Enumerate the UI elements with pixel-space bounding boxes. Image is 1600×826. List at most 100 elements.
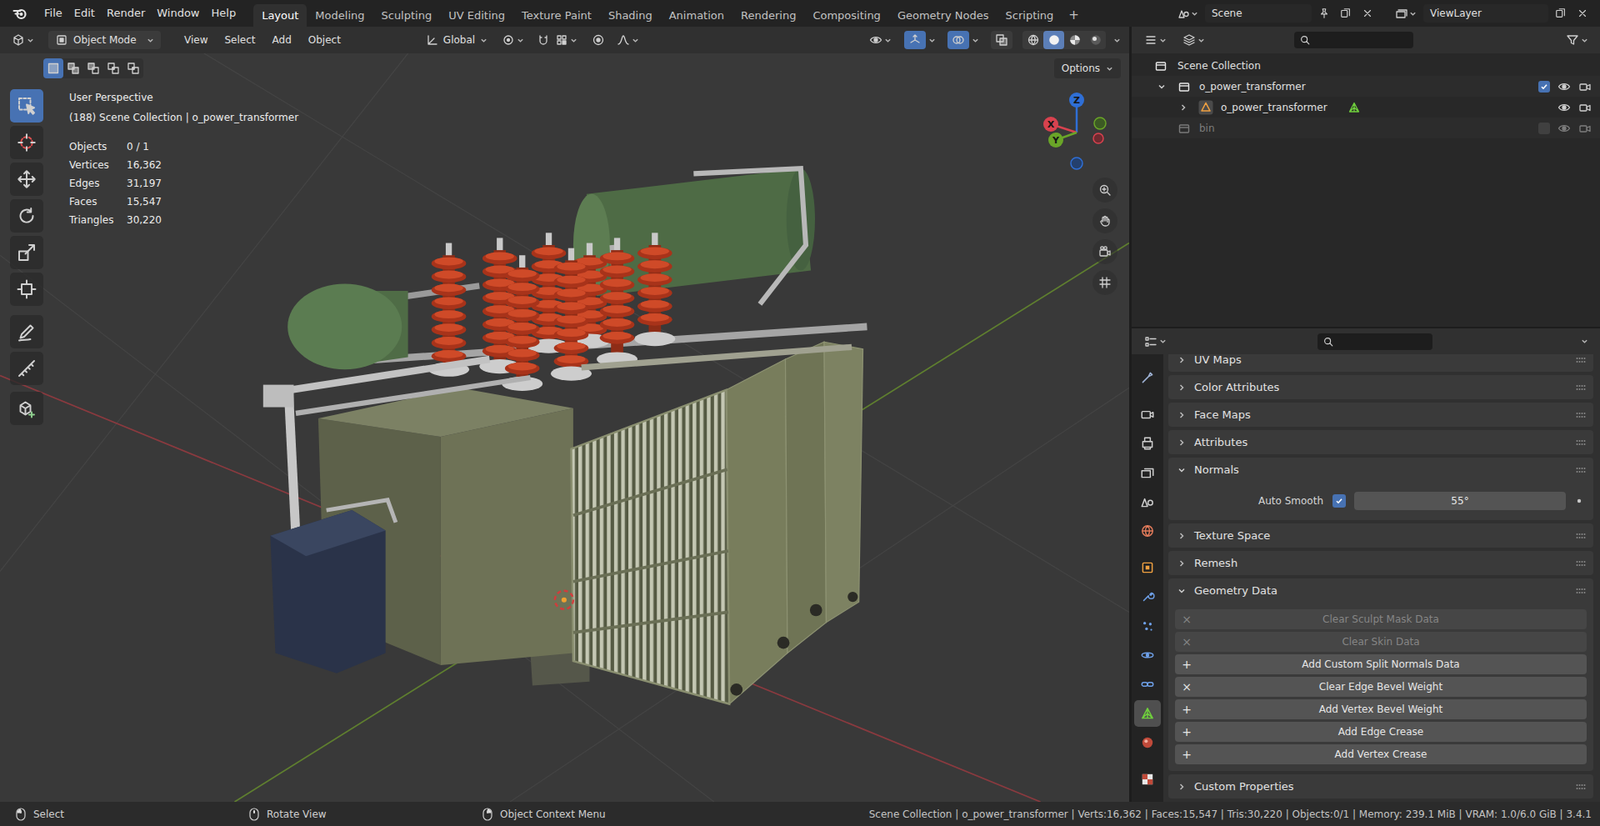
tool-button[interactable] [10, 272, 44, 306]
workspace-tab[interactable]: Scripting [997, 4, 1063, 27]
viewport-menu[interactable]: Add [264, 30, 300, 50]
select-mode-new-icon[interactable] [43, 58, 64, 79]
camera-icon[interactable] [1578, 100, 1592, 115]
ortho-grid-icon[interactable] [1092, 270, 1118, 295]
drag-handle-icon[interactable] [1575, 531, 1587, 540]
axis-ball[interactable] [1069, 92, 1085, 108]
new-scene-icon[interactable] [1336, 4, 1355, 23]
disclosure-icon[interactable] [1175, 354, 1188, 366]
chevron-icon[interactable] [969, 30, 981, 50]
pivot-icon[interactable] [499, 30, 526, 50]
disclosure-icon[interactable] [1175, 436, 1188, 449]
tool-button[interactable] [10, 351, 44, 385]
orientation-dropdown[interactable]: Global [422, 30, 491, 50]
properties-tab[interactable] [1134, 641, 1161, 669]
disclosure-icon[interactable] [1175, 585, 1188, 597]
tool-button[interactable] [10, 125, 44, 160]
material-shading-icon[interactable] [1064, 30, 1085, 50]
drag-handle-icon[interactable] [1575, 438, 1587, 447]
falloff-icon[interactable] [614, 30, 641, 50]
new-view-layer-icon[interactable] [1551, 4, 1570, 23]
options-dropdown[interactable]: Options [1054, 58, 1121, 79]
disclosure-icon[interactable] [1175, 530, 1188, 542]
delete-view-layer-icon[interactable] [1573, 4, 1592, 23]
workspace-tab[interactable]: Shading [600, 4, 661, 27]
properties-tab[interactable] [1134, 517, 1161, 545]
panel-header[interactable]: Face Maps [1168, 402, 1594, 427]
camera-icon[interactable] [1578, 80, 1592, 94]
transformer-model[interactable] [0, 53, 1130, 802]
menu-item[interactable]: Help [205, 1, 243, 25]
menu-item[interactable]: Render [100, 1, 151, 25]
workspace-tab[interactable]: Compositing [804, 4, 890, 27]
menu-item[interactable]: Window [150, 1, 205, 25]
overlay-toggle-icon[interactable] [947, 30, 970, 50]
chevron-icon[interactable] [925, 30, 938, 50]
properties-tab[interactable] [1134, 459, 1161, 486]
scene-browse-icon[interactable] [1173, 4, 1202, 23]
properties-tab[interactable] [1134, 670, 1161, 698]
wireframe-shading-icon[interactable] [1022, 30, 1044, 50]
blender-logo-icon[interactable] [11, 5, 29, 22]
gizmo-toggle-icon[interactable] [904, 30, 926, 50]
properties-tab[interactable] [1134, 583, 1161, 610]
panel-header[interactable]: Color Attributes [1168, 375, 1594, 400]
drag-handle-icon[interactable] [1575, 559, 1587, 568]
select-mode-extend-icon[interactable] [63, 58, 84, 79]
disclosure-icon[interactable] [1175, 409, 1188, 421]
workspace-tab[interactable]: Geometry Nodes [889, 4, 998, 27]
viewport-canvas[interactable]: OptionsUser Perspective(188) Scene Colle… [0, 53, 1130, 802]
eye-icon[interactable] [1557, 100, 1571, 115]
drag-handle-icon[interactable] [1575, 383, 1587, 392]
tool-button[interactable] [10, 391, 44, 425]
menu-item[interactable]: File [38, 1, 69, 25]
outliner-search[interactable] [1294, 31, 1414, 49]
pin-icon[interactable] [1315, 4, 1334, 23]
add-workspace-button[interactable]: + [1061, 4, 1086, 27]
eye-icon[interactable] [1557, 121, 1571, 135]
panel-header[interactable]: Remesh [1168, 550, 1594, 575]
panel-header[interactable]: UV Maps [1168, 354, 1594, 372]
outliner-row[interactable]: bin [1131, 117, 1600, 139]
properties-tab[interactable] [1134, 729, 1161, 756]
disclosure-icon[interactable] [1175, 464, 1188, 476]
viewport-menu[interactable]: Object [300, 30, 350, 50]
drag-handle-icon[interactable] [1575, 586, 1587, 595]
solid-shading-icon[interactable] [1043, 30, 1065, 50]
angle-field[interactable]: 55° [1354, 491, 1566, 510]
properties-tab[interactable] [1134, 488, 1161, 515]
drag-handle-icon[interactable] [1575, 465, 1587, 475]
viewport-menu[interactable]: Select [215, 30, 264, 50]
tool-button[interactable] [10, 235, 44, 270]
properties-tab[interactable] [1134, 612, 1161, 640]
eye-icon[interactable] [1557, 80, 1571, 94]
editor-type-icon[interactable] [8, 30, 37, 50]
workspace-tab[interactable]: Texture Paint [513, 4, 600, 27]
shading-options-icon[interactable] [1110, 30, 1123, 50]
delete-scene-icon[interactable] [1358, 4, 1377, 23]
select-mode-subtract-icon[interactable] [83, 58, 104, 79]
disclosure-icon[interactable] [1155, 80, 1169, 94]
panel-header[interactable]: Attributes [1168, 430, 1594, 455]
camera-view-icon[interactable] [1092, 239, 1118, 265]
snap-target-icon[interactable] [552, 30, 580, 50]
menu-item[interactable]: Edit [68, 1, 101, 25]
select-mode-invert-icon[interactable] [103, 58, 124, 79]
tool-button[interactable] [10, 199, 44, 233]
visibility-icon[interactable] [865, 30, 895, 50]
workspace-tab[interactable]: Rendering [732, 4, 805, 27]
geometry-data-button[interactable]: ×Clear Edge Bevel Weight [1175, 676, 1587, 697]
workspace-tab[interactable]: Animation [660, 4, 733, 27]
geometry-data-button[interactable]: +Add Edge Crease [1175, 721, 1587, 742]
proportional-edit-icon[interactable] [589, 30, 608, 50]
snap-icon[interactable] [534, 30, 553, 50]
geometry-data-button[interactable]: +Add Vertex Crease [1175, 744, 1587, 765]
properties-tab[interactable] [1134, 554, 1161, 581]
zoom-icon[interactable] [1092, 177, 1118, 203]
properties-tab[interactable] [1134, 765, 1161, 793]
properties-search[interactable] [1317, 333, 1433, 350]
auto-smooth-checkbox[interactable] [1332, 494, 1346, 508]
axis-ball[interactable] [1048, 132, 1064, 148]
view-layer-browse-icon[interactable] [1391, 4, 1420, 23]
panel-header[interactable]: Texture Space [1168, 523, 1594, 548]
